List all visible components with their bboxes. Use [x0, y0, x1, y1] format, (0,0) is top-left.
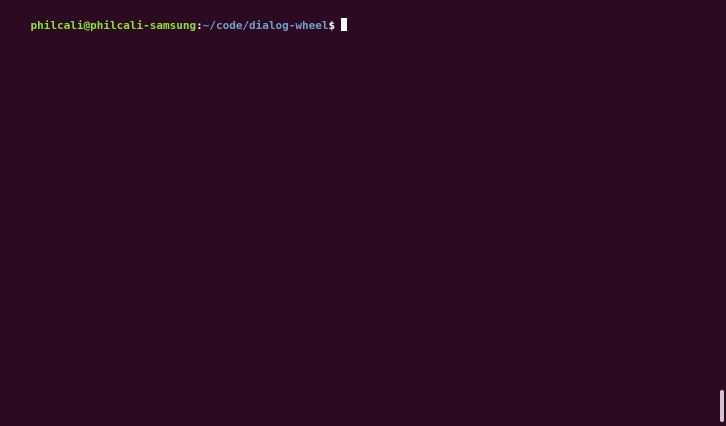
command-prompt-line[interactable]: philcali@philcali-samsung:~/code/dialog-…	[4, 4, 348, 47]
vertical-scrollbar[interactable]	[720, 0, 724, 426]
terminal-window[interactable]: philcali@philcali-samsung:~/code/dialog-…	[0, 0, 726, 426]
text-cursor	[341, 18, 348, 31]
prompt-working-directory: ~/code/dialog-wheel	[202, 19, 329, 32]
prompt-user-host: philcali@philcali-samsung	[30, 19, 197, 32]
prompt-separator: :	[196, 19, 203, 32]
prompt-symbol: $	[328, 19, 336, 32]
scrollbar-thumb[interactable]	[720, 390, 724, 422]
